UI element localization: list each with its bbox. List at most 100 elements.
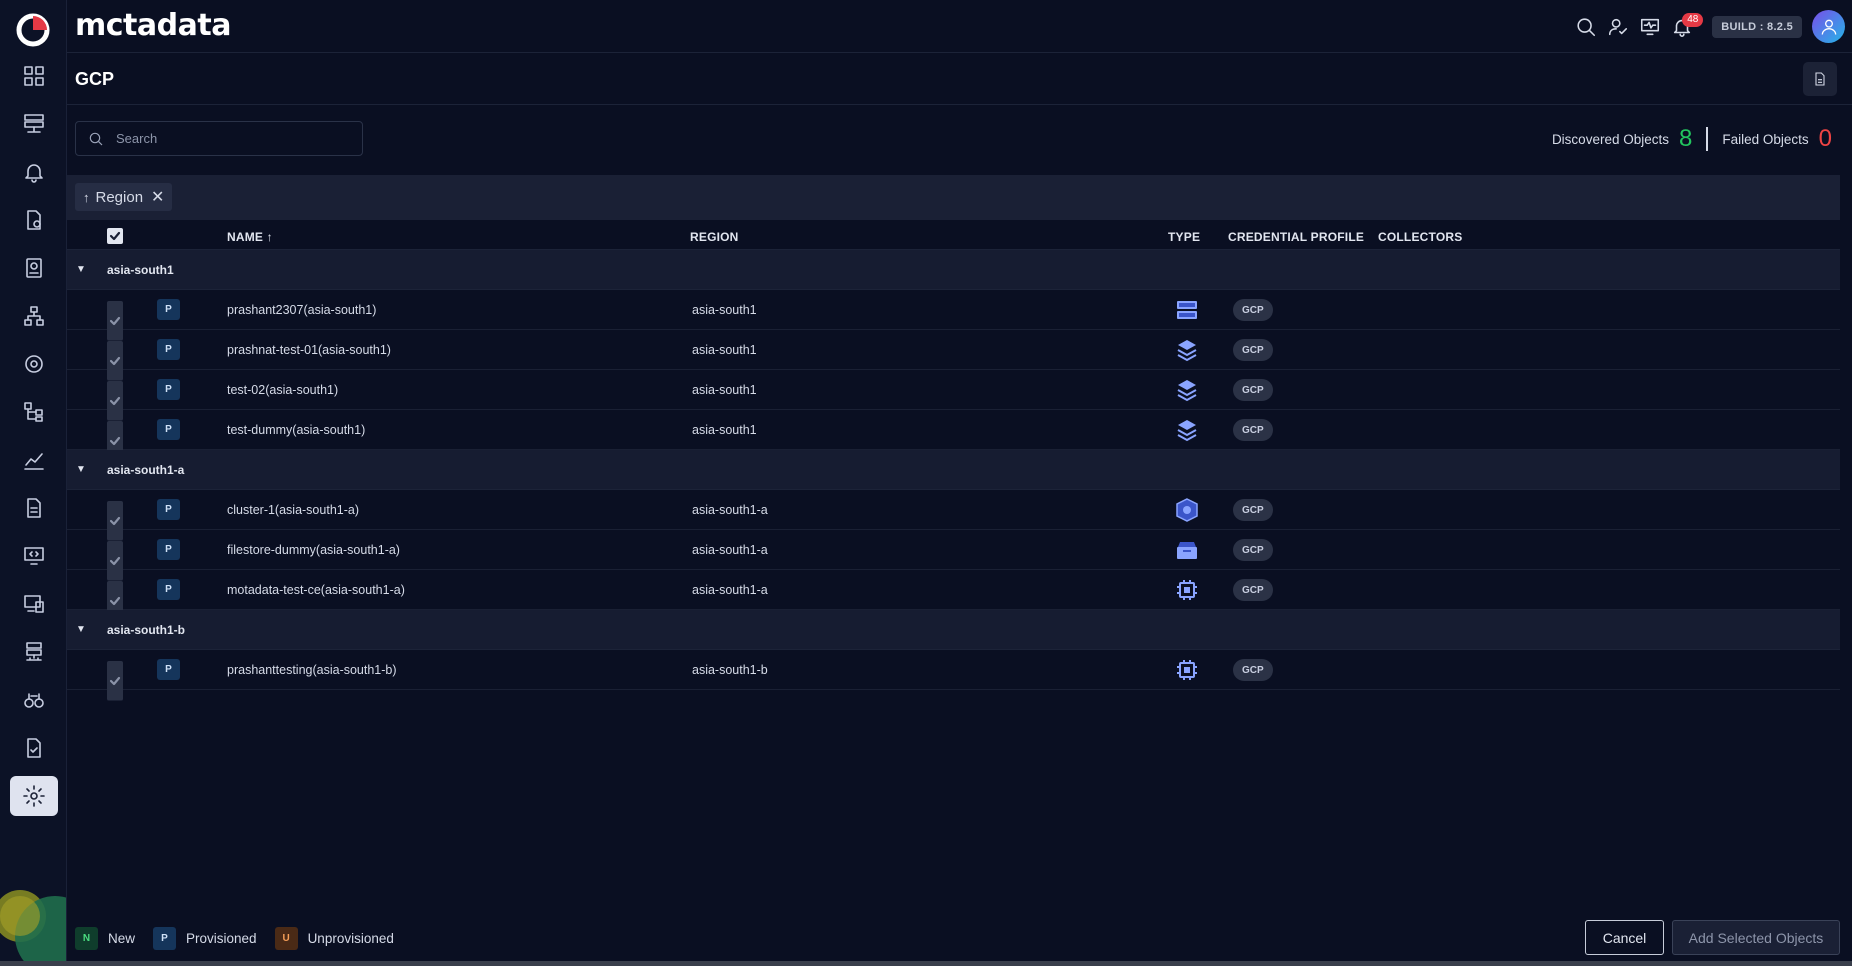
collapse-caret-icon[interactable]: ▼ xyxy=(76,264,86,275)
group-by-label: Region xyxy=(95,188,144,206)
kubernetes-hex-icon xyxy=(1175,498,1199,522)
sidebar-item-logs[interactable] xyxy=(0,484,66,532)
hierarchy-icon xyxy=(23,402,43,422)
credential-profile-badge: GCP xyxy=(1233,579,1273,601)
object-name: test-02(asia-south1) xyxy=(227,383,339,397)
sidebar-item-reports[interactable] xyxy=(0,244,66,292)
devices-icon xyxy=(23,595,44,613)
object-name: cluster-1(asia-south1-a) xyxy=(227,503,359,517)
sidebar-item-network[interactable] xyxy=(0,628,66,676)
provisioned-status-badge: P xyxy=(157,379,180,400)
monitor-activity-button[interactable] xyxy=(1634,11,1666,43)
topology-icon xyxy=(23,306,44,326)
sidebar-item-automation[interactable] xyxy=(0,340,66,388)
sort-ascending-icon[interactable]: ↑ xyxy=(83,190,90,205)
notifications-button[interactable]: 48 xyxy=(1666,11,1704,43)
object-name: motadata-test-ce(asia-south1-a) xyxy=(227,583,405,597)
table-row[interactable]: Ptest-02(asia-south1) asia-south1 GCP xyxy=(67,370,1840,421)
collapse-caret-icon[interactable]: ▼ xyxy=(76,624,86,635)
group-row[interactable]: ▼ asia-south1 xyxy=(67,250,1840,290)
table-row[interactable]: Pcluster-1(asia-south1-a) asia-south1-a GC… xyxy=(67,490,1840,541)
search-button[interactable] xyxy=(1570,11,1602,43)
table-row[interactable]: Pfilestore-dummy(asia-south1-a) asia-sout… xyxy=(67,530,1840,581)
gear-icon xyxy=(22,785,45,807)
motadata-logo-icon[interactable] xyxy=(15,12,51,48)
credential-profile-badge: GCP xyxy=(1233,299,1273,321)
object-name: prashanttesting(asia-south1-b) xyxy=(227,663,397,677)
sidebar-item-apm[interactable] xyxy=(0,532,66,580)
credential-profile-badge: GCP xyxy=(1233,659,1273,681)
provisioned-status-badge: P xyxy=(157,539,180,560)
add-selected-objects-button[interactable]: Add Selected Objects xyxy=(1672,920,1840,955)
group-name: asia-south1 xyxy=(107,263,174,277)
check-icon xyxy=(109,231,121,241)
check-icon xyxy=(109,436,121,445)
table-row[interactable]: Pprashant2307(asia-south1) asia-south1 GCP xyxy=(67,290,1840,341)
object-name: prashant2307(asia-south1) xyxy=(227,303,377,317)
credential-profile-badge: GCP xyxy=(1233,339,1273,361)
collapse-caret-icon[interactable]: ▼ xyxy=(76,464,86,475)
window-bottom-strip xyxy=(0,961,1852,966)
provisioned-status-badge: P xyxy=(157,579,180,600)
failed-objects-value: 0 xyxy=(1818,125,1832,152)
table-row[interactable]: Pmotadata-test-ce(asia-south1-a) asia-sou… xyxy=(67,570,1840,621)
cancel-button[interactable]: Cancel xyxy=(1585,920,1664,955)
sidebar-item-explorer[interactable] xyxy=(0,676,66,724)
sidebar-item-metrics[interactable] xyxy=(0,436,66,484)
page-header: GCP xyxy=(67,54,1852,105)
legend-label: Provisioned xyxy=(186,930,257,946)
column-header-name[interactable]: NAME ↑ xyxy=(227,230,273,244)
table-row[interactable]: Pprashnat-test-01(asia-south1) asia-south… xyxy=(67,330,1840,381)
group-row[interactable]: ▼ asia-south1-a xyxy=(67,450,1840,490)
object-region: asia-south1-a xyxy=(692,503,768,517)
sidebar-item-devices[interactable] xyxy=(0,580,66,628)
remove-group-icon[interactable]: ✕ xyxy=(151,187,164,207)
table-row[interactable]: Ptest-dummy(asia-south1) asia-south1 GCP xyxy=(67,410,1840,461)
table-row[interactable]: Pprashanttesting(asia-south1-b) asia-sout… xyxy=(67,650,1840,701)
cpu-chip-icon xyxy=(1175,658,1199,682)
row-checkbox[interactable] xyxy=(107,661,123,701)
sidebar-item-monitors[interactable] xyxy=(0,100,66,148)
layers-icon xyxy=(1175,418,1199,442)
sidebar xyxy=(0,0,67,966)
sidebar-item-alerts[interactable] xyxy=(0,148,66,196)
document-icon xyxy=(26,498,41,518)
sidebar-item-dashboard[interactable] xyxy=(0,52,66,100)
column-header-type[interactable]: TYPE xyxy=(1168,230,1200,244)
report-icon xyxy=(25,258,42,278)
credential-profile-badge: GCP xyxy=(1233,539,1273,561)
provisioned-status-badge: P xyxy=(157,499,180,520)
sidebar-item-compliance[interactable] xyxy=(0,724,66,772)
sidebar-item-policies[interactable] xyxy=(0,196,66,244)
user-avatar[interactable] xyxy=(1812,10,1845,43)
sidebar-item-topology[interactable] xyxy=(0,292,66,340)
document-icon xyxy=(1815,72,1825,86)
legend-label: New xyxy=(108,930,136,946)
column-header-credential-profile[interactable]: CREDENTIAL PROFILE xyxy=(1228,230,1364,244)
legend-label: Unprovisioned xyxy=(307,930,394,946)
object-region: asia-south1-b xyxy=(692,663,768,677)
sidebar-item-hierarchy[interactable] xyxy=(0,388,66,436)
group-by-chip-region[interactable]: ↑ Region ✕ xyxy=(75,183,173,211)
export-document-button[interactable] xyxy=(1803,62,1837,96)
legend-item: U Unprovisioned xyxy=(274,926,394,950)
user-check-button[interactable] xyxy=(1602,11,1634,43)
group-row[interactable]: ▼ asia-south1-b xyxy=(67,610,1840,650)
column-header-region[interactable]: REGION xyxy=(690,230,739,244)
sidebar-item-settings[interactable] xyxy=(0,772,66,820)
failed-objects-label: Failed Objects xyxy=(1722,131,1809,147)
monitor-code-icon xyxy=(23,547,44,565)
chart-line-icon xyxy=(23,453,44,470)
select-all-checkbox[interactable] xyxy=(107,228,123,244)
check-icon xyxy=(109,396,121,405)
storage-bucket-icon xyxy=(1175,298,1199,322)
server-rack-icon xyxy=(23,114,44,133)
notification-count-badge: 48 xyxy=(1682,12,1704,27)
legend-badge: U xyxy=(274,926,298,950)
legend-item: P Provisioned xyxy=(153,926,257,950)
object-region: asia-south1 xyxy=(692,303,757,317)
search-input[interactable] xyxy=(116,131,336,146)
discovered-objects-table: NAME ↑ REGION TYPE CREDENTIAL PROFILE CO… xyxy=(67,222,1840,701)
column-header-collectors[interactable]: COLLECTORS xyxy=(1378,230,1462,244)
table-body: ▼ asia-south1 Pprashant2307(asia-south1) as… xyxy=(67,250,1840,701)
